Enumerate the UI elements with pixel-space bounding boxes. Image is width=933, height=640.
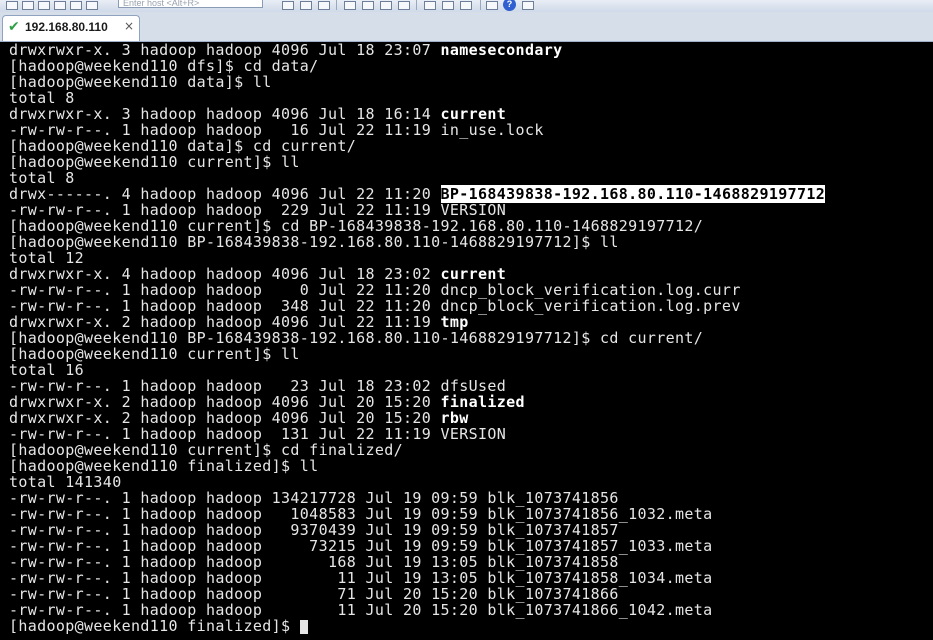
- terminal-line: -rw-rw-r--. 1 hadoop hadoop 131 Jul 22 1…: [9, 426, 933, 442]
- terminal-line: -rw-rw-r--. 1 hadoop hadoop 0 Jul 22 11:…: [9, 282, 933, 298]
- terminal-line: [hadoop@weekend110 current]$ ll: [9, 346, 933, 362]
- new-session-icon[interactable]: [22, 1, 34, 10]
- terminal-line: -rw-rw-r--. 1 hadoop hadoop 348 Jul 22 1…: [9, 298, 933, 314]
- dropdown-icon[interactable]: [522, 1, 534, 10]
- terminal-line: drwxrwxr-x. 4 hadoop hadoop 4096 Jul 18 …: [9, 266, 933, 282]
- terminal-line: drwxrwxr-x. 3 hadoop hadoop 4096 Jul 18 …: [9, 106, 933, 122]
- toolbar: Enter host <Alt+R> ?: [0, 0, 933, 12]
- terminal-line: [hadoop@weekend110 finalized]$: [9, 618, 933, 634]
- directory-name: namesecondary: [440, 42, 563, 59]
- reconnect-icon[interactable]: [54, 1, 66, 10]
- terminal-line: drwxrwxr-x. 2 hadoop hadoop 4096 Jul 20 …: [9, 394, 933, 410]
- fullscreen-icon[interactable]: [460, 1, 472, 10]
- terminal-line: -rw-rw-r--. 1 hadoop hadoop 134217728 Ju…: [9, 490, 933, 506]
- connected-check-icon: ✔: [8, 19, 20, 35]
- toolbar-separator: [480, 0, 481, 10]
- print-icon[interactable]: [344, 1, 356, 10]
- window-icon[interactable]: [424, 1, 436, 10]
- terminal-line: [hadoop@weekend110 current]$ ll: [9, 154, 933, 170]
- terminal-line: -rw-rw-r--. 1 hadoop hadoop 1048583 Jul …: [9, 506, 933, 522]
- terminal-line: [hadoop@weekend110 current]$ cd finalize…: [9, 442, 933, 458]
- terminal-line: total 8: [9, 170, 933, 186]
- tab-session-label: 192.168.80.110: [25, 20, 108, 34]
- terminal-line: total 12: [9, 250, 933, 266]
- session-tab-bar: ✔ 192.168.80.110 ×: [0, 12, 933, 42]
- terminal-line: -rw-rw-r--. 1 hadoop hadoop 16 Jul 22 11…: [9, 122, 933, 138]
- terminal-output[interactable]: drwxrwxr-x. 3 hadoop hadoop 4096 Jul 18 …: [0, 42, 933, 640]
- find-icon[interactable]: [318, 1, 330, 10]
- terminal-line: [hadoop@weekend110 BP-168439838-192.168.…: [9, 234, 933, 250]
- toolbar-separator: [336, 0, 337, 10]
- open-session-icon[interactable]: [38, 1, 50, 10]
- ssh-client-window: Enter host <Alt+R> ? ✔ 192.168.80.110 × …: [0, 0, 933, 640]
- terminal-line: -rw-rw-r--. 1 hadoop hadoop 229 Jul 22 1…: [9, 202, 933, 218]
- close-icon[interactable]: ×: [124, 19, 134, 33]
- disconnect-icon[interactable]: [70, 1, 82, 10]
- copy-icon[interactable]: [282, 1, 294, 10]
- terminal-line: -rw-rw-r--. 1 hadoop hadoop 23 Jul 18 23…: [9, 378, 933, 394]
- terminal-line: [hadoop@weekend110 data]$ cd current/: [9, 138, 933, 154]
- terminal-line: -rw-rw-r--. 1 hadoop hadoop 11 Jul 19 13…: [9, 570, 933, 586]
- lock-icon[interactable]: [362, 1, 374, 10]
- terminal-line: -rw-rw-r--. 1 hadoop hadoop 73215 Jul 19…: [9, 538, 933, 554]
- tab-session[interactable]: ✔ 192.168.80.110 ×: [2, 15, 140, 41]
- terminal-cursor: [299, 619, 308, 634]
- terminal-line: drwx------. 4 hadoop hadoop 4096 Jul 22 …: [9, 185, 933, 203]
- keyboard-icon[interactable]: [380, 1, 392, 10]
- terminal-line: total 16: [9, 362, 933, 378]
- terminal-line: [hadoop@weekend110 dfs]$ cd data/: [9, 58, 933, 74]
- terminal-line: [hadoop@weekend110 BP-168439838-192.168.…: [9, 330, 933, 346]
- terminal-line: drwxrwxr-x. 2 hadoop hadoop 4096 Jul 20 …: [9, 410, 933, 426]
- font-icon[interactable]: [398, 1, 410, 10]
- terminal-line: drwxrwxr-x. 2 hadoop hadoop 4096 Jul 22 …: [9, 314, 933, 330]
- address-input[interactable]: Enter host <Alt+R>: [118, 0, 263, 8]
- terminal-line: -rw-rw-r--. 1 hadoop hadoop 11 Jul 20 15…: [9, 602, 933, 618]
- connect-icon[interactable]: [6, 1, 18, 10]
- terminal-text: [hadoop@weekend110 BP-168439838-192.168.…: [9, 233, 619, 251]
- tools-icon[interactable]: [442, 1, 454, 10]
- options-icon[interactable]: [486, 1, 498, 10]
- help-icon[interactable]: ?: [503, 0, 516, 11]
- paste-icon[interactable]: [300, 1, 312, 10]
- terminal-line: [hadoop@weekend110 current]$ cd BP-16843…: [9, 218, 933, 234]
- terminal-text: [hadoop@weekend110 finalized]$: [9, 617, 300, 635]
- terminal-line: total 141340: [9, 474, 933, 490]
- terminal-line: -rw-rw-r--. 1 hadoop hadoop 71 Jul 20 15…: [9, 586, 933, 602]
- terminal-line: drwxrwxr-x. 3 hadoop hadoop 4096 Jul 18 …: [9, 42, 933, 58]
- terminal-line: -rw-rw-r--. 1 hadoop hadoop 9370439 Jul …: [9, 522, 933, 538]
- properties-icon[interactable]: [86, 1, 98, 10]
- toolbar-separator: [416, 0, 417, 10]
- terminal-line: -rw-rw-r--. 1 hadoop hadoop 168 Jul 19 1…: [9, 554, 933, 570]
- terminal-line: [hadoop@weekend110 finalized]$ ll: [9, 458, 933, 474]
- terminal-line: [hadoop@weekend110 data]$ ll: [9, 74, 933, 90]
- terminal-line: total 8: [9, 90, 933, 106]
